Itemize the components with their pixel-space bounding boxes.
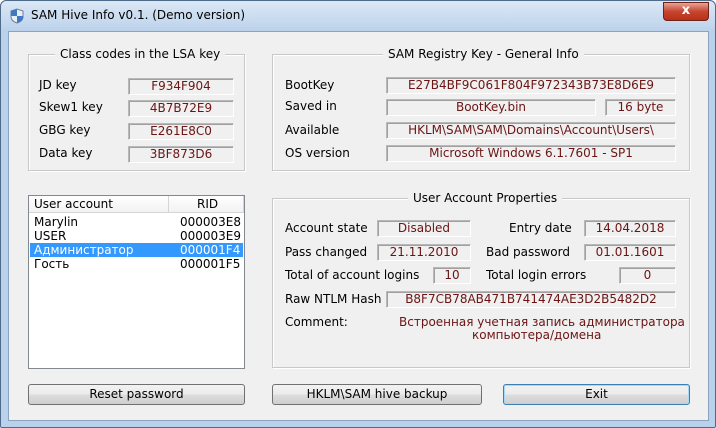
hive-backup-button[interactable]: HKLM\SAM hive backup: [272, 384, 482, 405]
available-label: Available: [285, 123, 340, 137]
login-errors-value: 0: [619, 267, 676, 284]
table-row[interactable]: Гость 000001F5: [30, 257, 243, 271]
bootkey-label: BootKey: [285, 78, 335, 92]
title-bar[interactable]: SAM Hive Info v0.1. (Demo version) x: [1, 1, 715, 31]
jd-key-value: F934F904: [128, 78, 234, 95]
account-state-label: Account state: [285, 221, 368, 235]
ntlm-hash-value: B8F7CB78AB471B741474AE3D2B5482D2: [386, 291, 676, 308]
table-row[interactable]: USER 000003E9: [30, 229, 243, 243]
shield-icon: [10, 8, 24, 24]
user-account-list[interactable]: User account RID Marylin 000003E8 USER 0…: [28, 195, 245, 369]
window-title: SAM Hive Info v0.1. (Demo version): [31, 8, 245, 22]
bootkey-value: E27B4BF9C061F804F972343B73E8D6E9: [386, 77, 676, 94]
close-icon: x: [681, 3, 691, 18]
gbg-key-label: GBG key: [39, 123, 91, 137]
comment-label: Comment:: [285, 315, 348, 329]
os-version-label: OS version: [285, 146, 350, 160]
os-version-value: Microsoft Windows 6.1.7601 - SP1: [386, 145, 676, 162]
exit-button[interactable]: Exit: [503, 384, 690, 405]
lsa-group-legend: Class codes in the LSA key: [55, 47, 226, 61]
user-rid: 000001F5: [180, 257, 241, 271]
user-name: USER: [34, 229, 67, 243]
total-logins-label: Total of account logins: [285, 268, 420, 282]
table-row-selected[interactable]: Администратор 000001F4: [30, 243, 243, 257]
jd-key-label: JD key: [39, 78, 77, 92]
gbg-key-value: E261E8C0: [128, 123, 234, 140]
skew1-key-value: 4B7B72E9: [128, 100, 234, 117]
user-rid: 000001F4: [180, 243, 241, 257]
bad-password-value: 01.01.1601: [584, 244, 676, 261]
available-value: HKLM\SAM\SAM\Domains\Account\Users\: [386, 122, 676, 139]
table-row[interactable]: Marylin 000003E8: [30, 215, 243, 229]
data-key-label: Data key: [39, 146, 93, 160]
reset-password-button[interactable]: Reset password: [28, 384, 245, 405]
user-name: Гость: [34, 257, 70, 271]
pass-changed-value: 21.11.2010: [377, 244, 471, 261]
general-group-legend: SAM Registry Key - General Info: [383, 47, 584, 61]
user-name: Администратор: [34, 243, 134, 257]
pass-changed-label: Pass changed: [285, 245, 368, 259]
comment-line-1: Встроенная учетная запись администратора: [399, 315, 685, 329]
bad-password-label: Bad password: [486, 245, 570, 259]
ntlm-hash-label: Raw NTLM Hash: [285, 292, 382, 306]
data-key-value: 3BF873D6: [128, 146, 234, 163]
app-window: SAM Hive Info v0.1. (Demo version) x Cla…: [0, 0, 716, 428]
skew1-key-label: Skew1 key: [39, 100, 103, 114]
account-state-value: Disabled: [377, 220, 471, 237]
close-button[interactable]: x: [663, 2, 709, 21]
total-logins-value: 10: [433, 267, 471, 284]
column-user-account[interactable]: User account: [29, 196, 169, 213]
entry-date-label: Entry date: [509, 221, 572, 235]
user-rid: 000003E8: [180, 215, 242, 229]
login-errors-label: Total login errors: [486, 268, 587, 282]
user-rid: 000003E9: [180, 229, 242, 243]
saved-in-label: Saved in: [285, 99, 337, 113]
column-rid[interactable]: RID: [169, 196, 244, 213]
list-header: User account RID: [29, 196, 244, 213]
saved-file-value: BootKey.bin: [386, 99, 596, 116]
user-name: Marylin: [34, 215, 79, 229]
client-area: Class codes in the LSA key JD key F934F9…: [8, 31, 709, 421]
entry-date-value: 14.04.2018: [584, 220, 676, 237]
saved-size-value: 16 byte: [605, 99, 676, 116]
comment-line-2: компьютера/домена: [472, 328, 602, 342]
properties-group-legend: User Account Properties: [408, 191, 563, 205]
